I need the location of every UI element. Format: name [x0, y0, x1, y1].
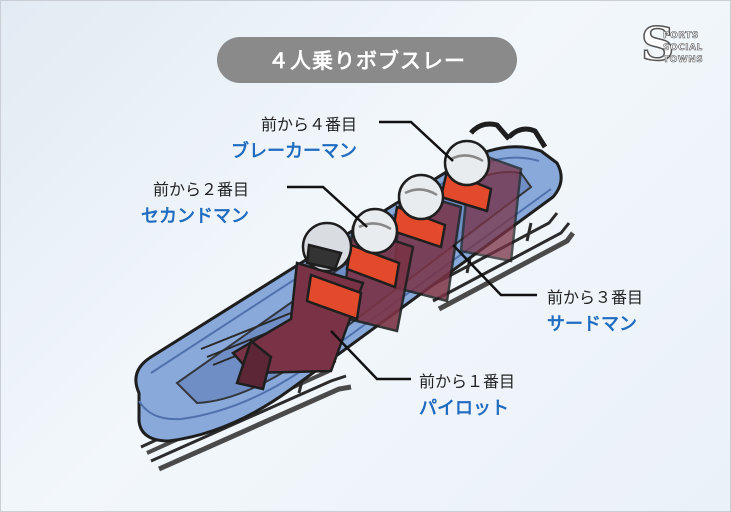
label-rear-role: ブレーカーマン	[231, 141, 357, 162]
label-second: 前から２番目 セカンドマン	[141, 176, 249, 228]
label-third-role: サードマン	[547, 314, 637, 335]
bobsled-illustration	[134, 120, 575, 472]
label-front: 前から１番目 パイロット	[419, 368, 515, 420]
label-rear-position: 前から４番目	[260, 115, 357, 134]
label-third: 前から３番目 サードマン	[547, 284, 643, 336]
illustration-frame: ４人乗りボブスレー S PORTS SOCIAL TOWNS 前から４番目 ブレ…	[0, 0, 731, 512]
label-third-position: 前から３番目	[547, 288, 644, 307]
label-front-position: 前から１番目	[419, 372, 516, 391]
label-second-role: セカンドマン	[141, 206, 249, 227]
label-rear: 前から４番目 ブレーカーマン	[231, 111, 357, 163]
label-front-role: パイロット	[419, 398, 509, 419]
label-second-position: 前から２番目	[152, 180, 249, 199]
